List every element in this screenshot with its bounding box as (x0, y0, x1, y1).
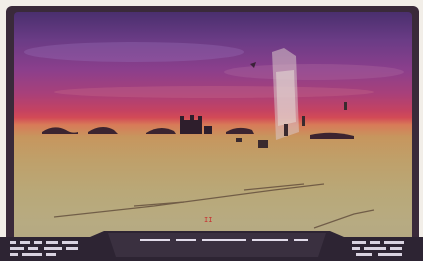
sky-clouds (24, 42, 404, 98)
center-readout (140, 239, 308, 241)
cockpit-dashboard (0, 227, 423, 261)
right-instrument-cluster (352, 241, 404, 256)
cockpit-svg (0, 231, 423, 261)
hud-marker: II (204, 216, 213, 224)
ground-streaks (53, 183, 375, 229)
game-screen: II (0, 0, 423, 261)
scene-svg (24, 42, 404, 229)
castle-silhouette (180, 115, 212, 134)
game-viewport[interactable]: II (14, 12, 412, 252)
